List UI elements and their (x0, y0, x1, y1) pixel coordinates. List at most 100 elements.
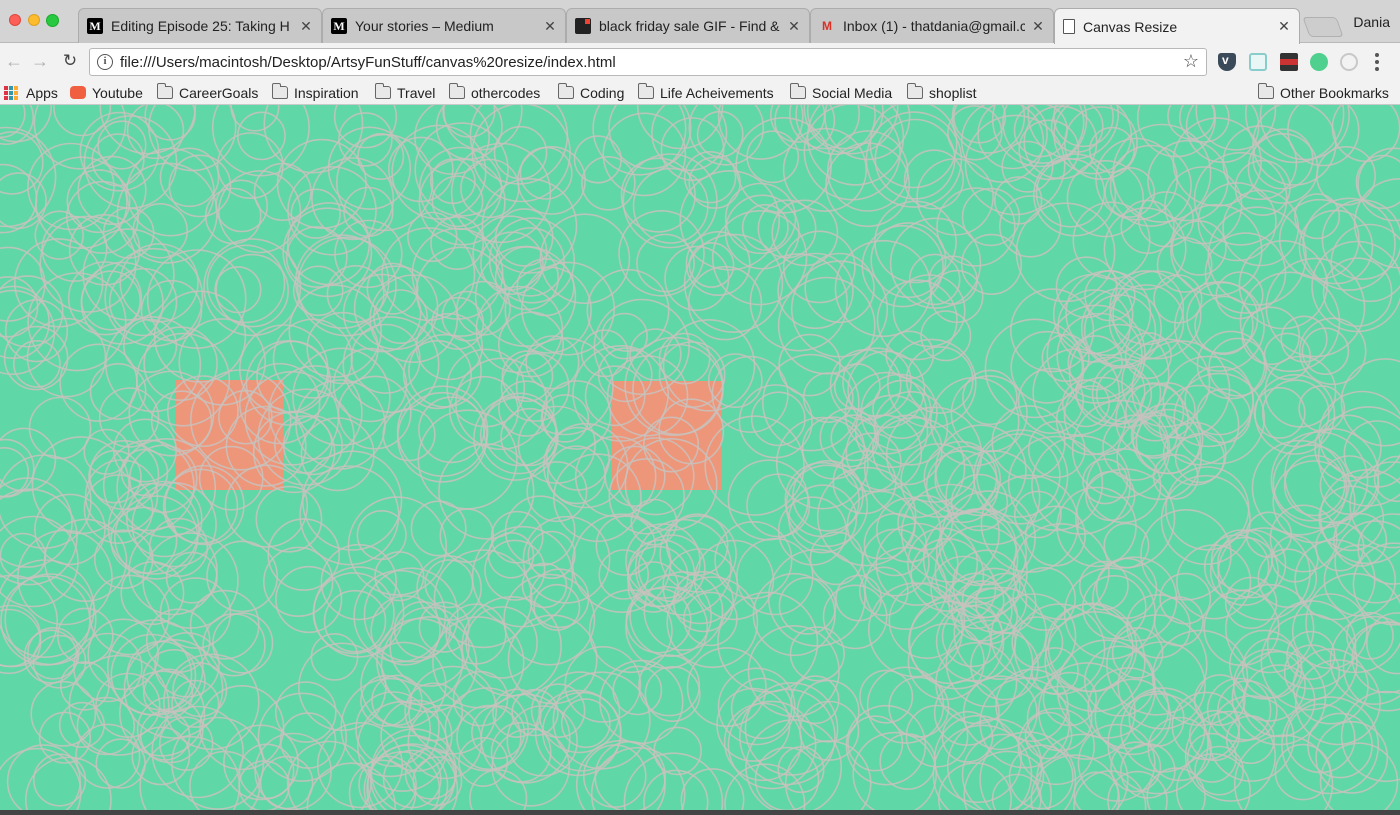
circle-outline (370, 595, 441, 666)
tab-title: Canvas Resize (1083, 18, 1178, 35)
folder-icon (1257, 83, 1274, 99)
bookmark-label: othercodes (471, 84, 541, 101)
circles-artwork (0, 105, 1400, 810)
tab-gmail-inbox[interactable]: M Inbox (1) - thatdania@gmail.c ✕ (810, 8, 1054, 43)
toolbar: ← → ↻ i file:///Users/macintosh/Desktop/… (0, 43, 1400, 80)
circle-outline (458, 736, 509, 787)
circle-outline (203, 238, 302, 337)
bookmark-label: Social Media (812, 84, 893, 101)
circle-outline (736, 537, 814, 616)
circle-outline (34, 210, 84, 260)
bookmark-apps[interactable]: Apps (4, 83, 58, 102)
circle-outline (778, 576, 837, 635)
flag-icon[interactable] (1280, 53, 1298, 71)
address-bar[interactable]: i file:///Users/macintosh/Desktop/ArtsyF… (89, 48, 1207, 76)
circle-outline (950, 473, 1009, 532)
bookmark-careergoals[interactable]: CareerGoals (156, 83, 258, 102)
circle-outline (858, 566, 909, 617)
close-window-button[interactable] (9, 14, 21, 26)
ring-icon[interactable] (1340, 53, 1358, 71)
circle-outline (342, 316, 440, 414)
bookmark-youtube[interactable]: Youtube (70, 83, 143, 102)
circle-outline (870, 222, 947, 299)
bottom-edge (0, 810, 1400, 815)
menu-icon[interactable] (1375, 53, 1379, 71)
circle-outline (560, 698, 611, 749)
circle-outline (313, 566, 405, 658)
zoom-window-button[interactable] (46, 14, 59, 27)
tab-strip: M Editing Episode 25: Taking H ✕ M Your … (0, 0, 1400, 44)
circle-outline (961, 187, 1021, 247)
minimize-window-button[interactable] (28, 14, 40, 26)
gif-icon (575, 18, 591, 34)
circle-outline (1032, 153, 1117, 237)
circle-outline (636, 105, 724, 150)
page-icon (1063, 19, 1075, 34)
bookmark-social-media[interactable]: Social Media (789, 83, 893, 102)
pocket-icon[interactable] (1218, 53, 1236, 71)
tab-your-stories[interactable]: M Your stories – Medium ✕ (322, 8, 566, 43)
circle-outline (443, 105, 523, 151)
circle-outline (0, 105, 34, 145)
close-icon[interactable]: ✕ (787, 18, 801, 35)
tab-title: Your stories – Medium (355, 18, 494, 34)
bookmark-life-acheivements[interactable]: Life Acheivements (637, 83, 774, 102)
bookmark-shoplist[interactable]: shoplist (906, 83, 976, 102)
circle-outline (1251, 439, 1348, 536)
bookmark-othercodes[interactable]: othercodes (448, 83, 541, 102)
circle-outline (59, 343, 138, 422)
profile-name[interactable]: Dania (1353, 14, 1390, 30)
circle-outline (28, 396, 92, 460)
forward-arrow-icon[interactable]: → (30, 51, 50, 71)
tray-icon[interactable] (1249, 53, 1267, 71)
bookmarks-bar: Apps Youtube CareerGoals Inspiration Tra… (0, 80, 1400, 105)
circle-outline (552, 671, 651, 770)
circle-outline (382, 408, 436, 462)
circle-outline (337, 375, 412, 450)
tab-title: black friday sale GIF - Find & (599, 18, 780, 34)
bookmark-star-icon[interactable]: ☆ (1183, 51, 1199, 72)
tab-canvas-resize[interactable]: Canvas Resize ✕ (1054, 8, 1300, 44)
tab-black-friday-gif[interactable]: black friday sale GIF - Find & ✕ (566, 8, 810, 43)
circle-outline (142, 532, 239, 629)
back-arrow-icon[interactable]: ← (4, 51, 24, 71)
circle-outline (357, 132, 405, 181)
apps-icon (4, 85, 20, 100)
circle-outline (259, 755, 314, 810)
circle-outline (638, 654, 701, 717)
circle-outline (594, 740, 666, 810)
folder-icon (906, 83, 923, 99)
tab-editing-episode[interactable]: M Editing Episode 25: Taking H ✕ (78, 8, 322, 43)
reload-icon[interactable]: ↻ (60, 51, 80, 71)
folder-icon (271, 83, 288, 99)
circle-outline (802, 372, 854, 424)
green-dot-icon[interactable] (1310, 53, 1328, 71)
bookmark-label: Inspiration (294, 84, 359, 101)
circle-outline (1346, 611, 1394, 660)
new-tab-button[interactable] (1302, 17, 1344, 37)
info-icon[interactable]: i (97, 54, 113, 70)
circle-outline (91, 133, 145, 187)
circle-outline (279, 712, 337, 769)
close-icon[interactable]: ✕ (1031, 18, 1045, 35)
bookmark-other-bookmarks[interactable]: Other Bookmarks (1257, 83, 1389, 102)
bookmark-inspiration[interactable]: Inspiration (271, 83, 359, 102)
circle-outline (564, 646, 642, 723)
circle-outline (757, 199, 817, 259)
circle-outline (215, 253, 289, 328)
circle-outline (507, 614, 598, 705)
page-canvas[interactable] (0, 105, 1400, 810)
close-icon[interactable]: ✕ (543, 18, 557, 35)
bookmark-label: Travel (397, 84, 436, 101)
folder-icon (448, 83, 465, 99)
url-text[interactable]: file:///Users/macintosh/Desktop/ArtsyFun… (120, 54, 616, 71)
bookmark-coding[interactable]: Coding (557, 83, 624, 102)
circle-outline (1278, 198, 1360, 280)
circle-outline (658, 332, 711, 385)
bookmark-label: Other Bookmarks (1280, 84, 1389, 101)
close-icon[interactable]: ✕ (299, 18, 313, 35)
close-icon[interactable]: ✕ (1277, 18, 1291, 35)
circle-outline (1254, 373, 1336, 455)
bookmark-travel[interactable]: Travel (374, 83, 436, 102)
folder-icon (156, 83, 173, 99)
